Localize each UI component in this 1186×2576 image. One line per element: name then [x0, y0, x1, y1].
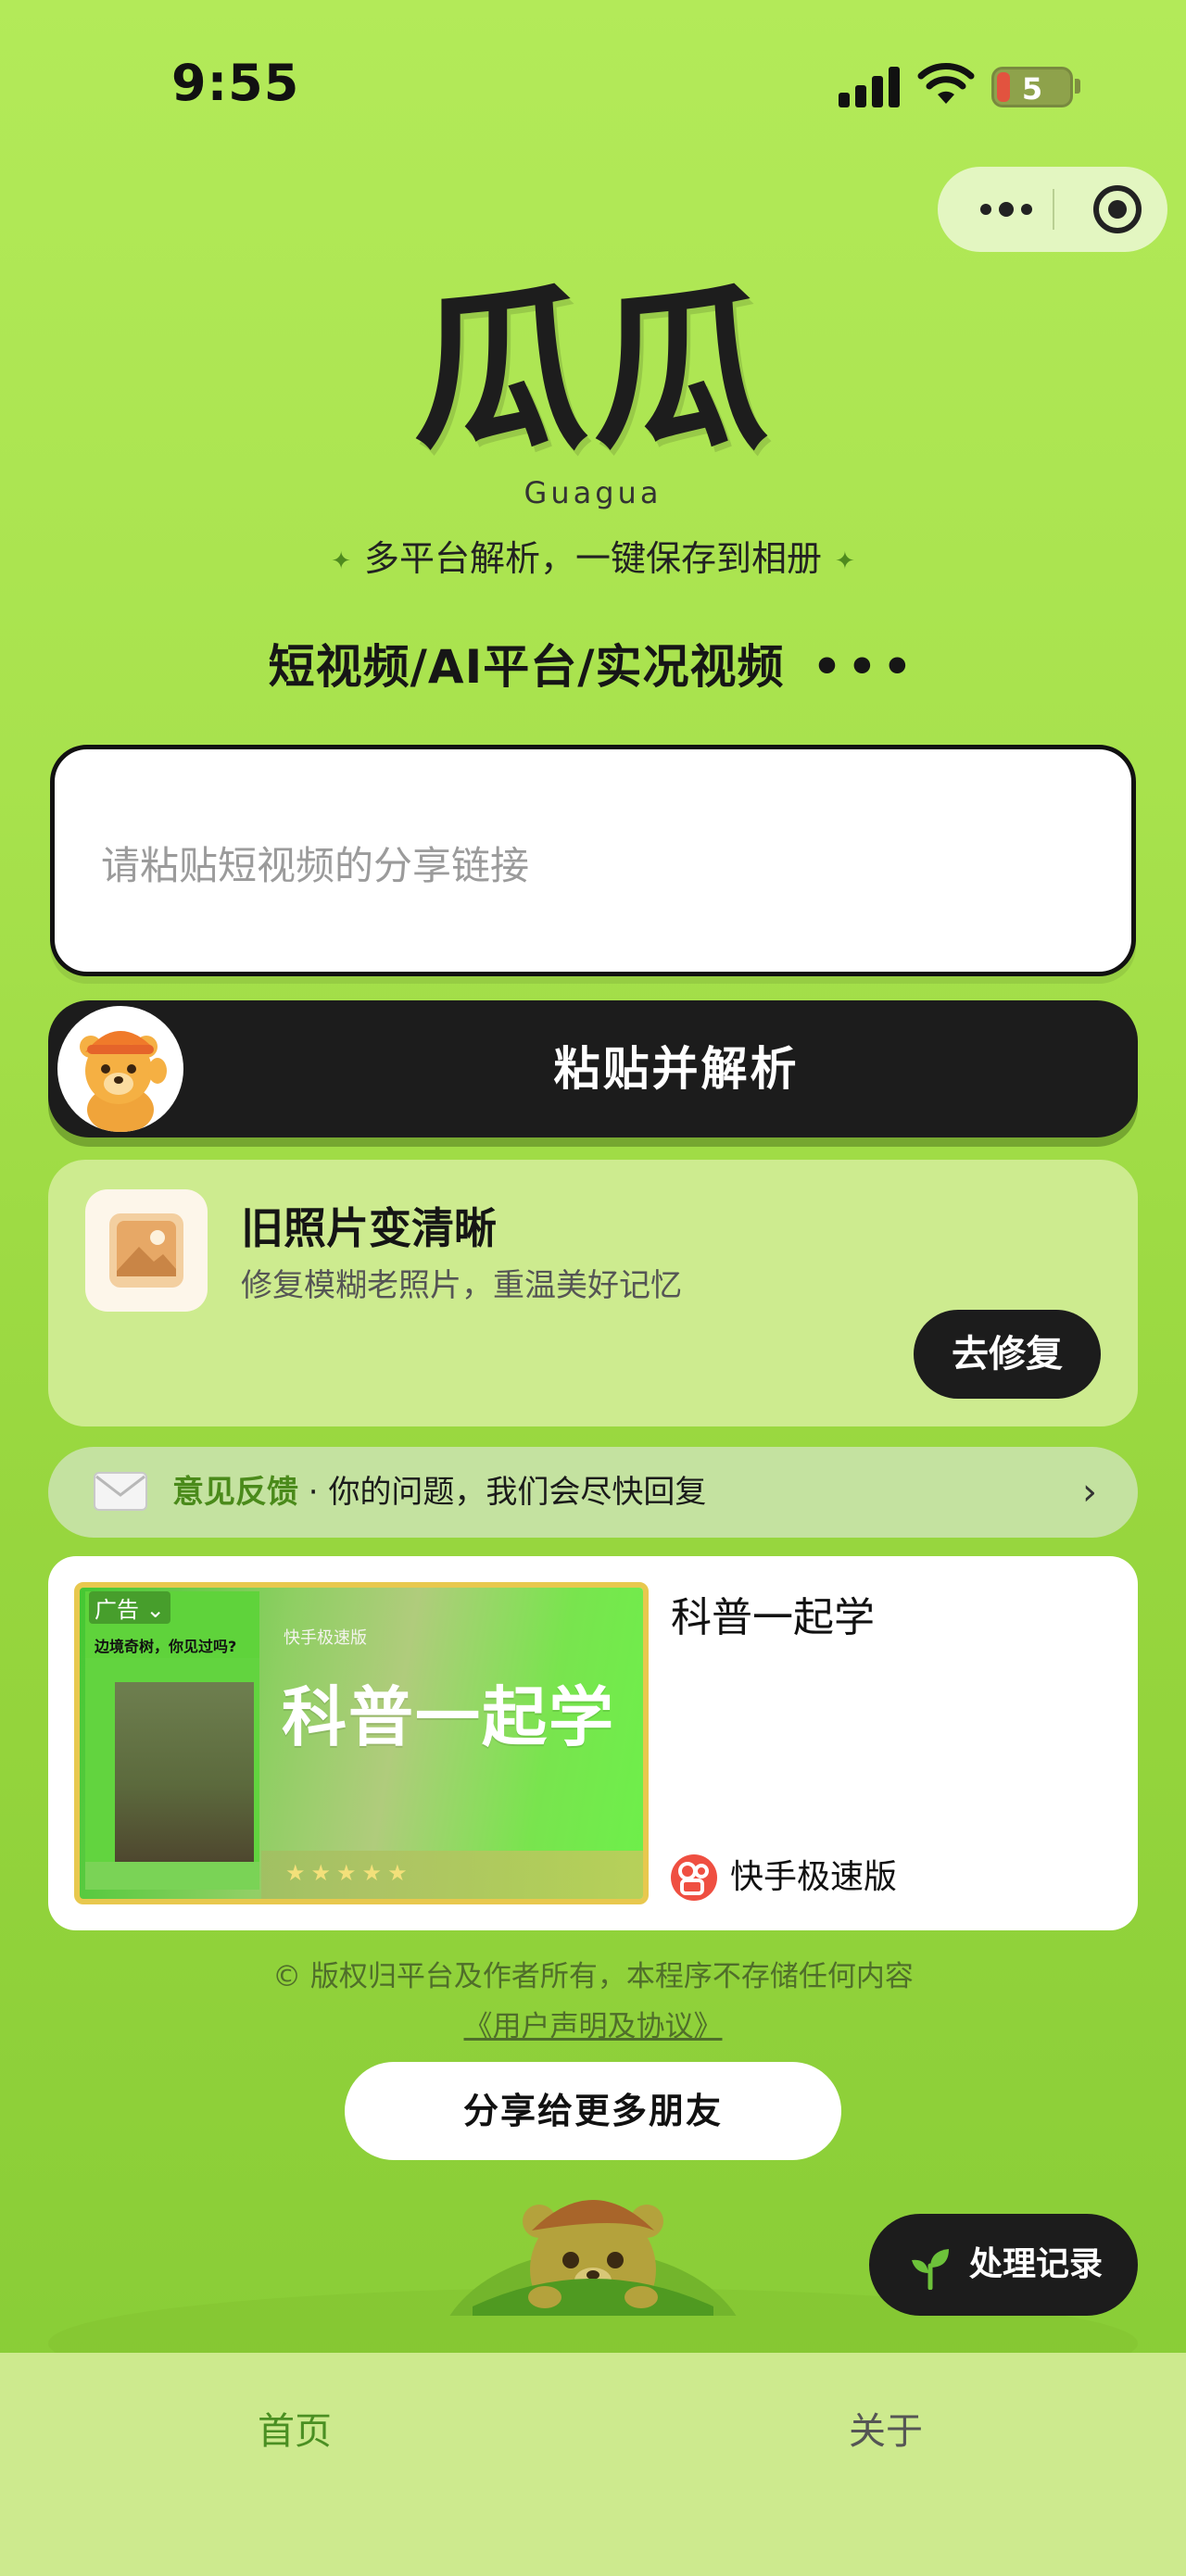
- battery-icon: 5: [991, 67, 1073, 107]
- feedback-text: 意见反馈 · 你的问题，我们会尽快回复: [172, 1447, 706, 1538]
- photo-icon: [85, 1189, 208, 1312]
- bear-mascot-avatar: [57, 1006, 183, 1132]
- ad-card[interactable]: 边境奇树，你见过吗? 广告 ⌄ 快手极速版 科普一起学 ★★★★★ 科普一起学 …: [48, 1556, 1138, 1930]
- ad-poster: 边境奇树，你见过吗?: [85, 1591, 259, 1890]
- feedback-label: 意见反馈: [172, 1474, 298, 1511]
- ad-app-name: 快手极速版: [730, 1858, 898, 1896]
- ad-image[interactable]: 边境奇树，你见过吗? 广告 ⌄ 快手极速版 科普一起学 ★★★★★: [74, 1582, 649, 1904]
- history-label: 处理记录: [969, 2245, 1104, 2283]
- bear-mascot-illustration: [449, 2200, 737, 2316]
- go-restore-button[interactable]: 去修复: [914, 1310, 1101, 1399]
- photo-restore-card[interactable]: 旧照片变清晰 修复模糊老照片，重温美好记忆 去修复: [48, 1160, 1138, 1426]
- capsule-divider: [1053, 189, 1054, 230]
- copyright-notice: © 版权归平台及作者所有，本程序不存储任何内容: [272, 1960, 914, 1993]
- battery-tip: [1075, 79, 1080, 94]
- feedback-message: 你的问题，我们会尽快回复: [328, 1474, 707, 1511]
- status-time: 9:55: [171, 54, 300, 112]
- history-button[interactable]: 处理记录: [869, 2214, 1138, 2316]
- ad-tag[interactable]: 广告 ⌄: [89, 1591, 170, 1624]
- bottom-tab-bar: 首页 关于: [0, 2353, 1186, 2576]
- ad-brand-small: 快手极速版: [284, 1628, 367, 1648]
- ad-headline: 科普一起学: [282, 1679, 615, 1755]
- tagline: ✦ 多平台解析，一键保存到相册 ✦: [0, 530, 1186, 581]
- restore-description: 修复模糊老照片，重温美好记忆: [241, 1267, 682, 1304]
- app-logo: 瓜瓜: [412, 267, 773, 473]
- restore-title: 旧照片变清晰: [241, 1203, 497, 1253]
- platforms-text: 短视频/AI平台/实况视频: [268, 640, 785, 694]
- user-agreement-link[interactable]: 《用户声明及协议》: [0, 2003, 1186, 2044]
- kuaishou-app-icon: [671, 1854, 717, 1901]
- ad-title: 科普一起学: [671, 1594, 875, 1641]
- supported-platforms: 短视频/AI平台/实况视频 •••: [0, 630, 1186, 697]
- link-input[interactable]: [101, 819, 1028, 911]
- sprout-icon: [912, 2249, 949, 2290]
- paste-button-label: 粘贴并解析: [553, 1042, 800, 1096]
- miniprogram-capsule: [938, 167, 1167, 252]
- tagline-text: 多平台解析，一键保存到相册: [363, 538, 822, 579]
- cellular-signal-icon: [839, 67, 902, 107]
- target-circle-icon[interactable]: [1093, 185, 1142, 233]
- tab-about[interactable]: 关于: [849, 2401, 923, 2455]
- link-input-box[interactable]: [50, 745, 1136, 976]
- tab-home[interactable]: 首页: [258, 2401, 332, 2455]
- wifi-icon: [917, 63, 975, 104]
- ad-rating-stars: ★★★★★: [285, 1860, 413, 1886]
- sparkle-icon: ✦: [835, 547, 855, 575]
- battery-level: 5: [1021, 71, 1043, 107]
- sparkle-icon: ✦: [331, 547, 351, 575]
- app-name-en: Guagua: [524, 475, 662, 510]
- paste-parse-button[interactable]: 粘贴并解析: [48, 1000, 1138, 1137]
- ad-poster-title: 边境奇树，你见过吗?: [95, 1638, 237, 1655]
- platforms-more[interactable]: •••: [812, 640, 917, 694]
- chevron-right-icon: ›: [1082, 1471, 1097, 1514]
- envelope-icon: [94, 1472, 147, 1511]
- ad-poster-photo: [115, 1682, 254, 1886]
- feedback-separator: ·: [298, 1474, 329, 1511]
- more-dots-icon[interactable]: [969, 167, 1043, 252]
- share-button[interactable]: 分享给更多朋友: [345, 2062, 841, 2160]
- feedback-bar[interactable]: 意见反馈 · 你的问题，我们会尽快回复 ›: [48, 1447, 1138, 1538]
